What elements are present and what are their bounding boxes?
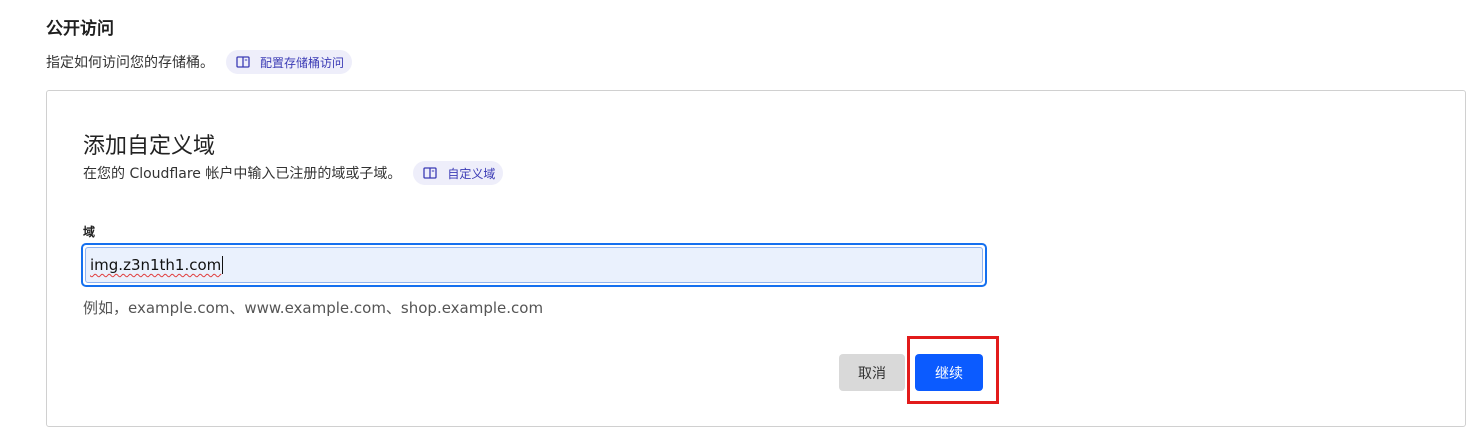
domain-input[interactable]: img.z3n1th1.com bbox=[81, 243, 987, 287]
domain-field-label: 域 bbox=[83, 225, 96, 239]
book-icon bbox=[423, 167, 438, 179]
custom-domain-doc-link[interactable]: 自定义域 bbox=[413, 161, 504, 185]
continue-button[interactable]: 继续 bbox=[915, 354, 983, 391]
card-description: 在您的 Cloudflare 帐户中输入已注册的域或子域。 bbox=[83, 166, 402, 182]
card-description-row: 在您的 Cloudflare 帐户中输入已注册的域或子域。 自定义域 bbox=[83, 161, 504, 185]
configure-bucket-access-label: 配置存储桶访问 bbox=[260, 55, 345, 70]
add-custom-domain-card: 添加自定义域 在您的 Cloudflare 帐户中输入已注册的域或子域。 自定义… bbox=[46, 90, 1466, 427]
page: 公开访问 指定如何访问您的存储桶。 配置存储桶访问 添加自定义域 在您的 Clo… bbox=[0, 0, 1471, 445]
cancel-button[interactable]: 取消 bbox=[839, 354, 905, 391]
custom-domain-doc-label: 自定义域 bbox=[447, 166, 496, 181]
section-title: 公开访问 bbox=[46, 19, 114, 39]
text-caret bbox=[222, 256, 224, 274]
domain-hint: 例如，example.com、www.example.com、shop.exam… bbox=[83, 299, 544, 317]
configure-bucket-access-link[interactable]: 配置存储桶访问 bbox=[226, 50, 353, 74]
domain-input-value[interactable]: img.z3n1th1.com bbox=[90, 256, 221, 274]
section-description-row: 指定如何访问您的存储桶。 配置存储桶访问 bbox=[46, 50, 353, 74]
book-icon bbox=[236, 56, 250, 68]
section-description: 指定如何访问您的存储桶。 bbox=[46, 55, 214, 71]
card-title: 添加自定义域 bbox=[83, 134, 216, 159]
domain-input-box[interactable]: img.z3n1th1.com bbox=[85, 247, 983, 283]
